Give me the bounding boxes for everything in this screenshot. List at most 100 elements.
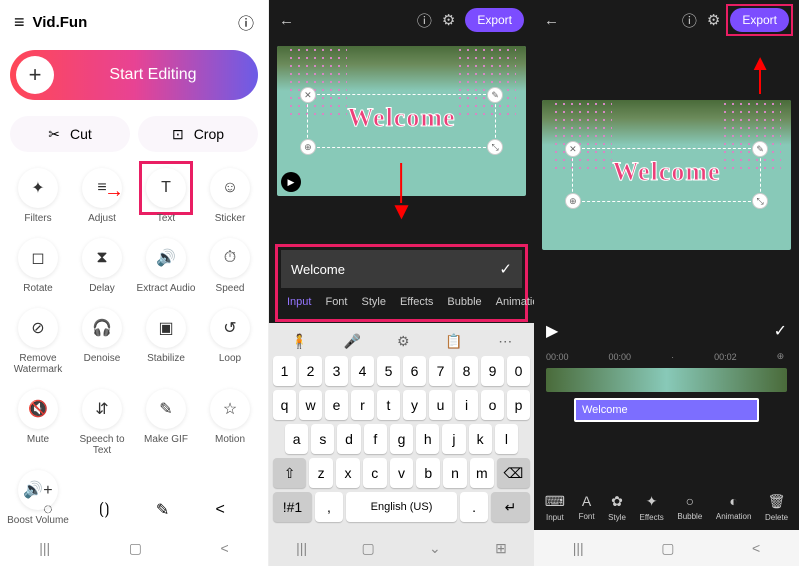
tool-make-gif[interactable]: ✎Make GIF: [134, 383, 198, 462]
text-input-field[interactable]: Welcome ✓: [281, 250, 522, 288]
kb-settings-icon[interactable]: ⚙: [397, 333, 410, 350]
tab-font[interactable]: Font: [325, 296, 347, 308]
tool-loop[interactable]: ↺Loop: [198, 302, 262, 381]
handle-edit-icon[interactable]: ✎: [487, 87, 503, 103]
recent-apps-button[interactable]: |||: [573, 540, 584, 556]
text-selection-box[interactable]: ✕ ✎ ⊕ ⤡: [572, 148, 761, 202]
tool-text[interactable]: →TText: [134, 162, 198, 230]
home-button[interactable]: ▢: [661, 540, 674, 557]
recent-apps-button[interactable]: |||: [296, 540, 307, 556]
tool-effects[interactable]: ✦Effects: [640, 493, 664, 522]
key-period[interactable]: .: [460, 492, 488, 522]
confirm-check-icon[interactable]: ✓: [774, 321, 787, 341]
export-button[interactable]: Export: [465, 8, 524, 32]
key-enter[interactable]: ↵: [491, 492, 530, 522]
tool-sticker[interactable]: ☺Sticker: [198, 162, 262, 230]
key-shift[interactable]: ⇧: [273, 458, 306, 488]
play-button[interactable]: ▶: [281, 172, 301, 192]
kb-emoji-icon[interactable]: 🧍: [291, 333, 308, 350]
key-r[interactable]: r: [351, 390, 374, 420]
key-e[interactable]: e: [325, 390, 348, 420]
tool-animation[interactable]: ◐Animation: [716, 493, 752, 522]
key-f[interactable]: f: [364, 424, 387, 454]
tool-font[interactable]: AFont: [579, 493, 595, 522]
tool-speech-to-text[interactable]: ⇵Speech to Text: [70, 383, 134, 462]
key-7[interactable]: 7: [429, 356, 452, 386]
handle-copy-icon[interactable]: ⊕: [565, 193, 581, 209]
tool-input[interactable]: ⌨Input: [545, 493, 565, 522]
tool-mute[interactable]: 🔇Mute: [6, 383, 70, 462]
key-a[interactable]: a: [285, 424, 308, 454]
key-v[interactable]: v: [390, 458, 414, 488]
key-y[interactable]: y: [403, 390, 426, 420]
key-l[interactable]: l: [495, 424, 518, 454]
handle-resize-icon[interactable]: ⤡: [487, 139, 503, 155]
settings-gear-icon[interactable]: ⚙: [442, 11, 455, 29]
handle-copy-icon[interactable]: ⊕: [300, 139, 316, 155]
tool-denoise[interactable]: 🎧Denoise: [70, 302, 134, 381]
back-button[interactable]: <: [752, 540, 760, 556]
help-icon[interactable]: ⓘ: [417, 10, 432, 31]
share-icon[interactable]: <: [216, 501, 225, 519]
key-n[interactable]: n: [443, 458, 467, 488]
handle-delete-icon[interactable]: ✕: [565, 141, 581, 157]
key-t[interactable]: t: [377, 390, 400, 420]
tool-rotate[interactable]: ◻Rotate: [6, 232, 70, 300]
home-button[interactable]: ▢: [129, 540, 142, 557]
key-p[interactable]: p: [507, 390, 530, 420]
key-8[interactable]: 8: [455, 356, 478, 386]
kb-mic-icon[interactable]: 🎤: [344, 333, 361, 350]
start-editing-button[interactable]: + Start Editing: [10, 50, 258, 100]
tab-style[interactable]: Style: [361, 296, 385, 308]
key-o[interactable]: o: [481, 390, 504, 420]
help-icon[interactable]: ⓘ: [682, 10, 697, 31]
key-u[interactable]: u: [429, 390, 452, 420]
text-clip[interactable]: Welcome: [574, 398, 759, 422]
video-track[interactable]: [546, 368, 787, 392]
cut-button[interactable]: ✂Cut: [10, 116, 130, 152]
tab-input[interactable]: Input: [287, 296, 311, 308]
kb-more-icon[interactable]: ⋯: [498, 333, 512, 350]
handle-edit-icon[interactable]: ✎: [752, 141, 768, 157]
tool-remove-watermark[interactable]: ⊘Remove Watermark: [6, 302, 70, 381]
home-button[interactable]: ▢: [361, 540, 374, 557]
key-b[interactable]: b: [416, 458, 440, 488]
key-space[interactable]: English (US): [346, 492, 457, 522]
back-button[interactable]: ⌄: [429, 540, 441, 557]
key-z[interactable]: z: [309, 458, 333, 488]
key-x[interactable]: x: [336, 458, 360, 488]
tab-bubble[interactable]: Bubble: [447, 296, 481, 308]
zoom-icon[interactable]: ⊕: [777, 351, 785, 362]
crop-button[interactable]: ⊡Crop: [138, 116, 258, 152]
key-c[interactable]: c: [363, 458, 387, 488]
tool-extract-audio[interactable]: 🔊Extract Audio: [134, 232, 198, 300]
hamburger-icon[interactable]: ≡: [14, 12, 25, 33]
key-h[interactable]: h: [416, 424, 439, 454]
play-button[interactable]: ▶: [546, 321, 558, 341]
key-w[interactable]: w: [299, 390, 322, 420]
key-i[interactable]: i: [455, 390, 478, 420]
back-arrow-icon[interactable]: ←: [279, 12, 294, 29]
emoji-icon[interactable]: ◌: [43, 501, 53, 519]
key-comma[interactable]: ,: [315, 492, 343, 522]
kb-switch-icon[interactable]: ⊞: [495, 540, 507, 557]
key-1[interactable]: 1: [273, 356, 296, 386]
tab-effects[interactable]: Effects: [400, 296, 433, 308]
key-g[interactable]: g: [390, 424, 413, 454]
key-j[interactable]: j: [442, 424, 465, 454]
handle-resize-icon[interactable]: ⤡: [752, 193, 768, 209]
text-selection-box[interactable]: ✕ ✎ ⊕ ⤡: [307, 94, 496, 148]
back-button[interactable]: <: [221, 540, 229, 556]
key-d[interactable]: d: [337, 424, 360, 454]
tool-stabilize[interactable]: ▣Stabilize: [134, 302, 198, 381]
kb-clipboard-icon[interactable]: 📋: [445, 333, 462, 350]
confirm-check-icon[interactable]: ✓: [499, 260, 512, 278]
key-0[interactable]: 0: [507, 356, 530, 386]
scan-icon[interactable]: ⟮⟯: [99, 501, 110, 519]
tool-motion[interactable]: ☆Motion: [198, 383, 262, 462]
tool-adjust[interactable]: ≡Adjust: [70, 162, 134, 230]
key-6[interactable]: 6: [403, 356, 426, 386]
key-4[interactable]: 4: [351, 356, 374, 386]
settings-gear-icon[interactable]: ⚙: [707, 11, 720, 29]
tool-bubble[interactable]: ○Bubble: [677, 493, 702, 522]
